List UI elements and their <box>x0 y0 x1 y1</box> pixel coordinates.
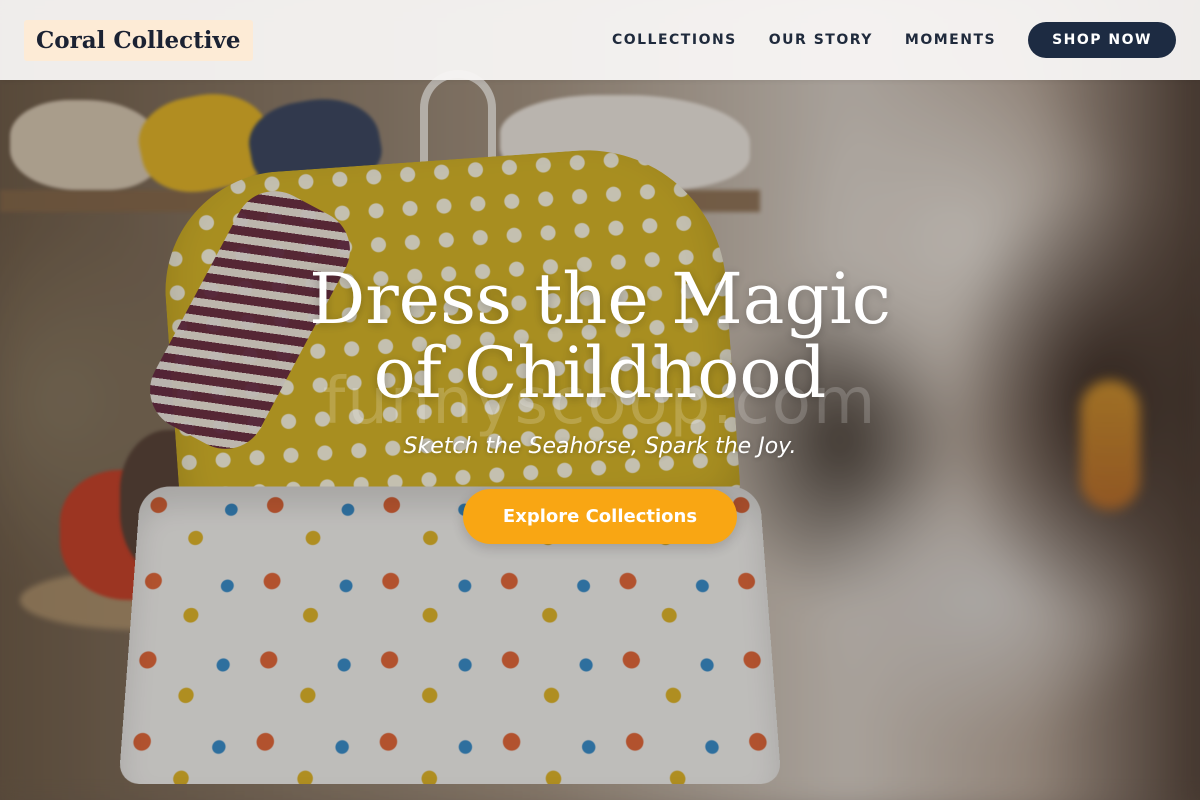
hero-title: Dress the Magic of Childhood <box>309 258 891 414</box>
shop-now-button[interactable]: SHOP NOW <box>1028 22 1176 58</box>
nav-links: COLLECTIONS OUR STORY MOMENTS SHOP NOW <box>612 22 1176 58</box>
nav-link-moments[interactable]: MOMENTS <box>905 32 996 48</box>
nav-link-collections[interactable]: COLLECTIONS <box>612 32 737 48</box>
explore-collections-button[interactable]: Explore Collections <box>462 489 738 544</box>
navbar: Coral Collective COLLECTIONS OUR STORY M… <box>0 0 1200 80</box>
landing-page: funnyscoop.com Coral Collective COLLECTI… <box>0 0 1200 800</box>
hero-tagline: Sketch the Seahorse, Spark the Joy. <box>403 434 797 459</box>
hero-content: Dress the Magic of Childhood Sketch the … <box>0 262 1200 544</box>
brand-logo[interactable]: Coral Collective <box>24 19 253 61</box>
nav-link-our-story[interactable]: OUR STORY <box>769 32 873 48</box>
